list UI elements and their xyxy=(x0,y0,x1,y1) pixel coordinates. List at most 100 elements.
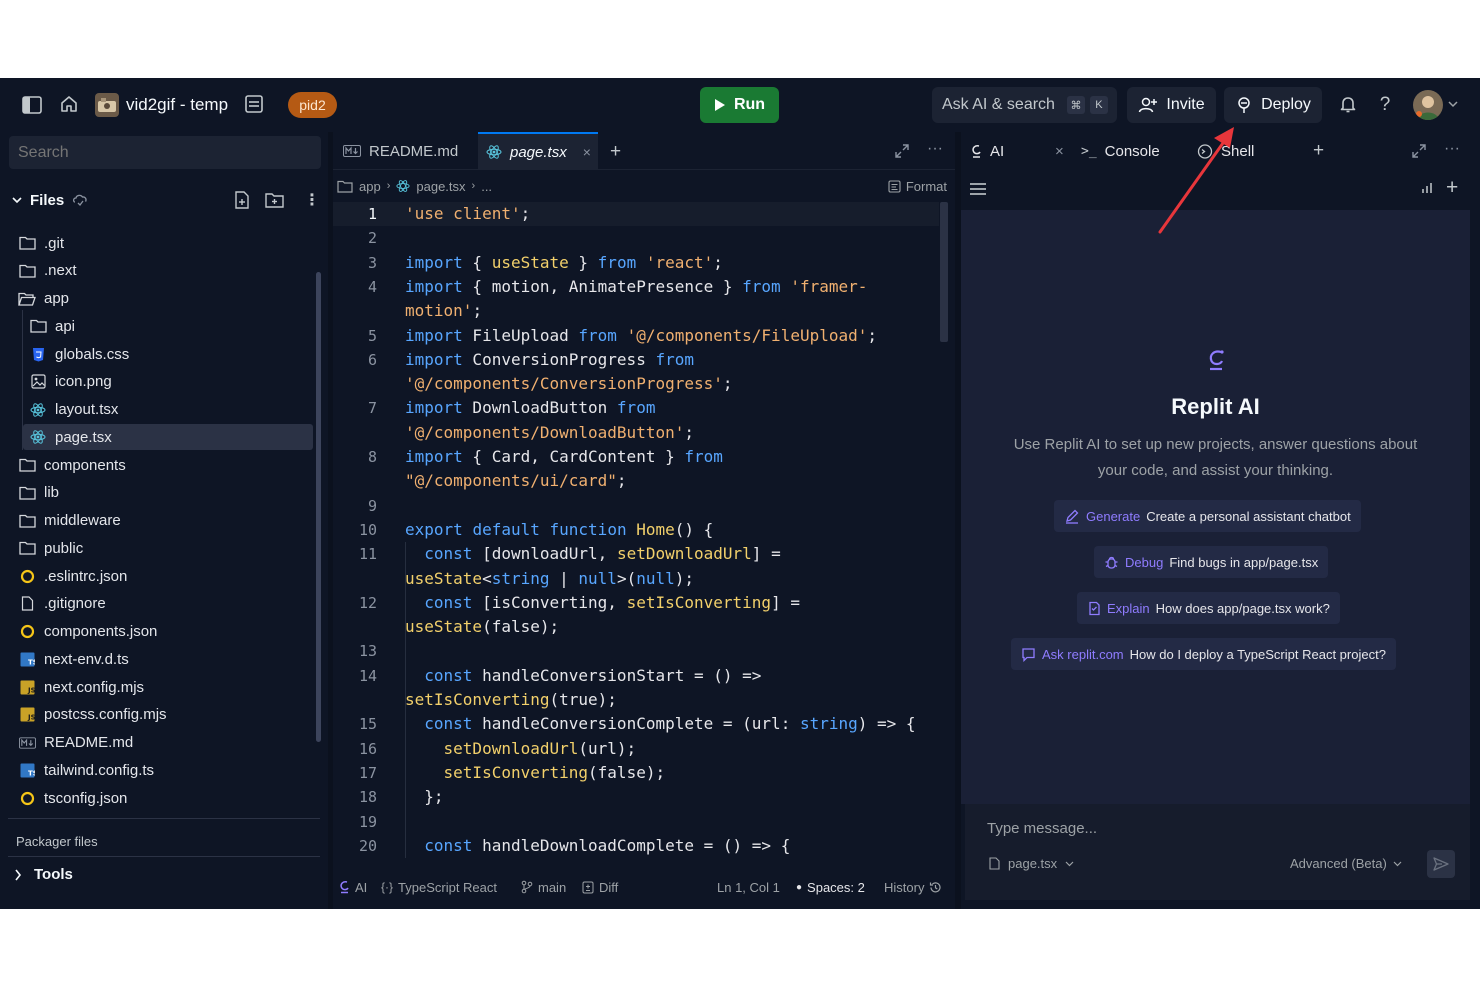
user-avatar[interactable] xyxy=(1413,90,1443,120)
file-tree-item[interactable]: TS next-env.d.ts xyxy=(12,646,312,672)
project-settings-icon[interactable] xyxy=(244,94,264,114)
code-line[interactable]: 4 import { motion, AnimatePresence } from… xyxy=(333,275,939,299)
ask-ai-search-button[interactable]: Ask AI & search ⌘ K xyxy=(932,87,1117,123)
status-history[interactable]: History xyxy=(884,874,942,900)
send-button[interactable] xyxy=(1427,850,1455,878)
editor-scrollbar[interactable] xyxy=(940,202,948,342)
suggestion-explain[interactable]: Explain How does app/page.tsx work? xyxy=(1077,592,1340,624)
breadcrumb-more[interactable]: ... xyxy=(481,179,492,194)
code-line[interactable]: 3 import { useState } from 'react'; xyxy=(333,251,939,275)
code-line[interactable]: setIsConverting(true); xyxy=(333,688,939,712)
code-line[interactable]: 20 const handleDownloadComplete = () => … xyxy=(333,834,939,858)
code-line[interactable]: 9 xyxy=(333,494,939,518)
code-line[interactable]: 7 import DownloadButton from xyxy=(333,396,939,420)
breadcrumb-page-tsx[interactable]: page.tsx xyxy=(416,179,465,194)
new-chat-icon[interactable]: + xyxy=(1446,176,1458,200)
suggestion-ask-replit[interactable]: Ask replit.com How do I deploy a TypeScr… xyxy=(1011,638,1396,670)
file-tree-item[interactable]: components xyxy=(12,452,312,478)
more-options-icon[interactable]: ··· xyxy=(927,140,943,158)
file-tree-item[interactable]: TS tailwind.config.ts xyxy=(12,757,312,783)
panel-divider[interactable] xyxy=(955,132,961,909)
code-line[interactable]: 13 xyxy=(333,639,939,663)
file-tree-item[interactable]: .gitignore xyxy=(12,591,312,617)
file-search-input[interactable] xyxy=(9,136,321,169)
tools-section[interactable]: Tools xyxy=(14,866,73,883)
add-tab-icon[interactable]: + xyxy=(610,141,621,163)
tab-shell[interactable]: Shell xyxy=(1197,132,1254,170)
status-branch[interactable]: main xyxy=(521,874,566,900)
close-tab-icon[interactable]: × xyxy=(1055,143,1064,160)
code-line[interactable]: 2 xyxy=(333,226,939,250)
code-line[interactable]: 12 const [isConverting, setIsConverting]… xyxy=(333,591,939,615)
code-line[interactable]: 5 import FileUpload from '@/components/Fi… xyxy=(333,324,939,348)
suggestion-generate[interactable]: Generate Create a personal assistant cha… xyxy=(1054,500,1361,532)
suggestion-debug[interactable]: Debug Find bugs in app/page.tsx xyxy=(1094,546,1329,578)
help-icon[interactable]: ? xyxy=(1376,93,1394,117)
file-tree-item[interactable]: layout.tsx xyxy=(23,397,313,423)
panel-divider[interactable] xyxy=(328,132,333,909)
context-file-selector[interactable]: page.tsx xyxy=(989,856,1074,871)
message-input[interactable]: Type message... xyxy=(987,820,1097,837)
code-line[interactable]: 14 const handleConversionStart = () => xyxy=(333,664,939,688)
status-cursor[interactable]: Ln 1, Col 1 xyxy=(717,874,780,900)
code-line[interactable]: 10 export default function Home() { xyxy=(333,518,939,542)
project-avatar-icon[interactable] xyxy=(95,93,119,117)
file-tree-item[interactable]: api xyxy=(23,313,313,339)
code-line[interactable]: 18 }; xyxy=(333,785,939,809)
format-button[interactable]: Format xyxy=(888,176,947,196)
usage-chart-icon[interactable] xyxy=(1420,181,1434,195)
add-tab-icon[interactable]: + xyxy=(1313,140,1324,162)
code-line[interactable]: 11 const [downloadUrl, setDownloadUrl] = xyxy=(333,542,939,566)
file-tree-item[interactable]: tsconfig.json xyxy=(12,785,312,811)
deploy-button[interactable]: Deploy xyxy=(1224,87,1322,123)
chevron-down-icon[interactable] xyxy=(12,196,22,204)
code-line[interactable]: useState<string | null>(null); xyxy=(333,567,939,591)
code-line[interactable]: 1 'use client'; xyxy=(333,202,939,226)
avatar-chevron-down-icon[interactable] xyxy=(1448,100,1458,108)
file-tree-item[interactable]: globals.css xyxy=(23,341,313,367)
project-name[interactable]: vid2gif - temp xyxy=(126,94,228,116)
close-tab-icon[interactable]: × xyxy=(583,144,591,160)
code-line[interactable]: motion'; xyxy=(333,299,939,323)
tab-readme[interactable]: README.md xyxy=(335,132,469,170)
mode-selector[interactable]: Advanced (Beta) xyxy=(1290,856,1402,871)
sidebar-scrollbar[interactable] xyxy=(316,272,321,742)
code-area[interactable]: 1 'use client'; 2 3 import { useState } from… xyxy=(333,202,939,868)
pid-badge[interactable]: pid2 xyxy=(288,92,337,118)
code-line[interactable]: "@/components/ui/card"; xyxy=(333,469,939,493)
code-line[interactable]: useState(false); xyxy=(333,615,939,639)
new-folder-icon[interactable] xyxy=(265,192,284,208)
file-tree-item[interactable]: JS next.config.mjs xyxy=(12,674,312,700)
file-tree-item[interactable]: .next xyxy=(12,258,312,284)
file-tree-item[interactable]: README.md xyxy=(12,730,312,756)
file-tree-item[interactable]: JS postcss.config.mjs xyxy=(12,702,312,728)
code-line[interactable]: 16 setDownloadUrl(url); xyxy=(333,737,939,761)
tab-ai[interactable]: AI xyxy=(971,132,1004,170)
file-tree-item[interactable]: .git xyxy=(12,230,312,256)
file-tree-item[interactable]: page.tsx xyxy=(23,424,313,451)
maximize-icon[interactable] xyxy=(1411,143,1427,159)
file-tree-item[interactable]: middleware xyxy=(12,508,312,534)
more-options-icon[interactable]: ⋮ xyxy=(304,190,320,210)
file-tree-item[interactable]: app xyxy=(12,286,312,312)
code-line[interactable]: '@/components/DownloadButton'; xyxy=(333,421,939,445)
code-line[interactable]: 15 const handleConversionComplete = (url… xyxy=(333,712,939,736)
invite-button[interactable]: Invite xyxy=(1127,87,1216,123)
status-language[interactable]: {·} TypeScript React xyxy=(381,874,497,900)
more-options-icon[interactable]: ··· xyxy=(1444,140,1460,158)
tab-console[interactable]: >_ Console xyxy=(1081,132,1160,170)
code-line[interactable]: 19 xyxy=(333,810,939,834)
status-spaces[interactable]: ● Spaces: 2 xyxy=(796,874,865,900)
code-line[interactable]: 8 import { Card, CardContent } from xyxy=(333,445,939,469)
code-line[interactable]: '@/components/ConversionProgress'; xyxy=(333,372,939,396)
file-tree-item[interactable]: .eslintrc.json xyxy=(12,563,312,589)
home-icon[interactable] xyxy=(59,94,79,114)
file-tree-item[interactable]: public xyxy=(12,535,312,561)
file-tree-item[interactable]: icon.png xyxy=(23,369,313,395)
code-line[interactable]: 6 import ConversionProgress from xyxy=(333,348,939,372)
status-diff[interactable]: Diff xyxy=(582,874,618,900)
file-tree-item[interactable]: lib xyxy=(12,480,312,506)
file-tree-item[interactable]: components.json xyxy=(12,619,312,645)
status-ai[interactable]: AI xyxy=(339,874,367,900)
code-line[interactable]: 17 setIsConverting(false); xyxy=(333,761,939,785)
